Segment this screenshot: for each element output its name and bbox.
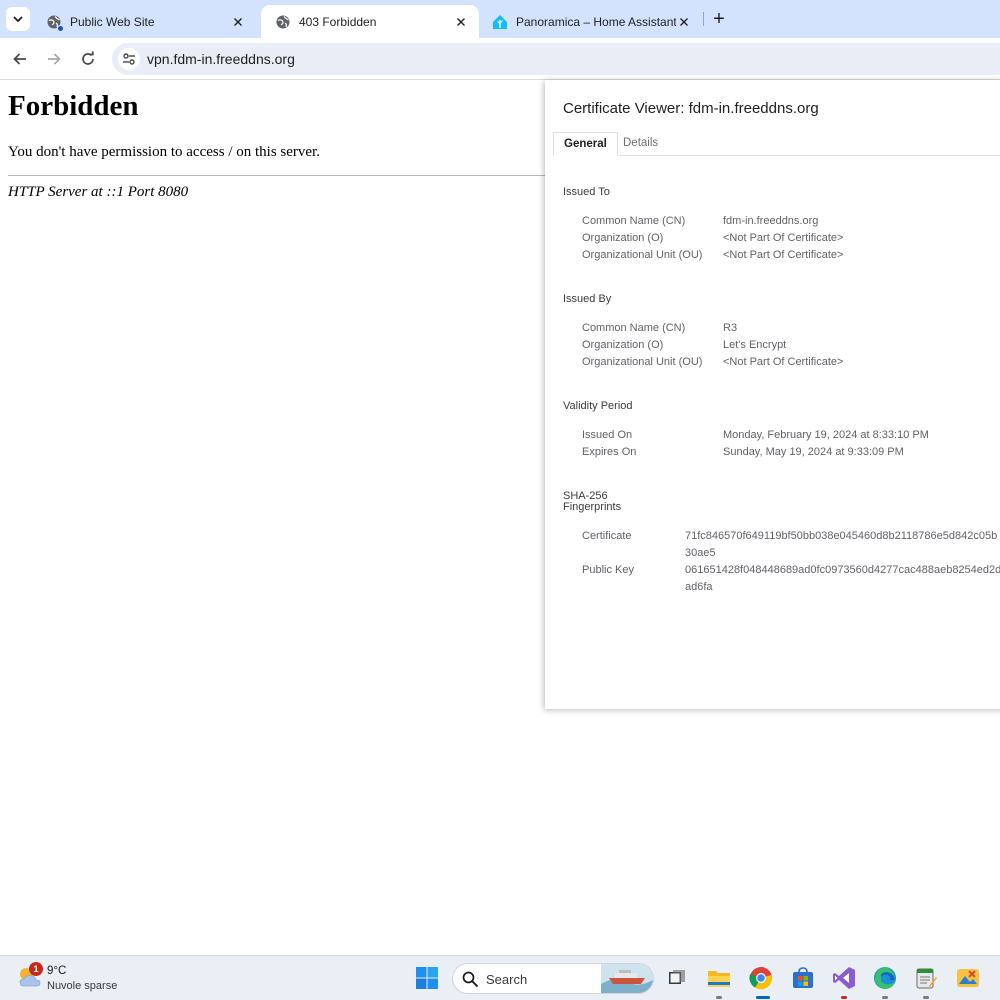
running-indicator [716, 996, 722, 999]
field-value: <Not Part Of Certificate> [723, 249, 844, 261]
new-tab-button[interactable]: + [708, 8, 730, 30]
close-icon[interactable] [676, 14, 692, 30]
certificate-viewer-dialog: Certificate Viewer: fdm-in.freeddns.org … [545, 80, 1000, 709]
running-indicator [882, 996, 888, 999]
tab-public-web-site[interactable]: Public Web Site [32, 5, 256, 38]
task-view-icon [669, 970, 685, 984]
fingerprint-value: 71fc846570f649119bf50bb038e045460d8b2118… [685, 530, 998, 542]
reload-button[interactable] [75, 46, 101, 72]
back-icon [13, 53, 26, 65]
plus-icon: + [713, 8, 725, 30]
section-fingerprints: Fingerprints [563, 501, 622, 513]
field-label: Expires On [582, 446, 637, 458]
close-icon[interactable] [453, 14, 469, 30]
forward-button[interactable] [41, 46, 67, 72]
weather-condition: Nuvole sparse [47, 980, 118, 992]
notepad-button[interactable] [913, 965, 939, 991]
tab-general[interactable]: General [553, 132, 618, 156]
page-heading: Forbidden [8, 90, 139, 122]
running-indicator [923, 996, 929, 999]
reload-icon [82, 51, 94, 65]
chrome-button[interactable] [748, 965, 774, 991]
field-value: <Not Part Of Certificate> [723, 356, 844, 368]
section-issued-to: Issued To [563, 186, 610, 198]
field-value: Sunday, May 19, 2024 at 9:33:09 PM [723, 446, 904, 458]
store-icon [793, 967, 813, 988]
field-value: fdm-in.freeddns.org [723, 215, 819, 227]
running-indicator [841, 996, 847, 999]
field-label: Common Name (CN) [582, 322, 686, 334]
forward-icon [48, 53, 61, 65]
server-signature: HTTP Server at ::1 Port 8080 [8, 184, 189, 200]
browser-toolbar: vpn.fdm-in.freeddns.org [0, 38, 1000, 80]
file-explorer-button[interactable] [706, 965, 732, 991]
tab-separator [703, 12, 704, 26]
tab-details[interactable]: Details [613, 132, 668, 156]
field-label: Issued On [582, 429, 633, 441]
back-button[interactable] [7, 46, 33, 72]
field-label: Public Key [582, 564, 634, 576]
globe-icon [275, 14, 291, 30]
edge-button[interactable] [872, 965, 898, 991]
store-button[interactable] [790, 965, 816, 991]
field-label: Common Name (CN) [582, 215, 686, 227]
photos-icon [957, 969, 979, 987]
globe-icon [46, 14, 64, 32]
weather-alert-badge: 1 [29, 962, 43, 976]
windows-start-icon[interactable] [415, 966, 439, 990]
task-view-button[interactable] [664, 965, 690, 991]
dialog-title: Certificate Viewer: fdm-in.freeddns.org [563, 100, 819, 117]
running-indicator [756, 996, 770, 999]
field-label: Organizational Unit (OU) [582, 356, 703, 368]
edge-icon [874, 967, 896, 989]
search-icon [462, 971, 478, 987]
tab-title: Public Web Site [70, 14, 155, 29]
home-assistant-icon [492, 14, 508, 30]
field-label: Organization (O) [582, 339, 664, 351]
field-value: Monday, February 19, 2024 at 8:33:10 PM [723, 429, 929, 441]
visual-studio-icon [833, 967, 855, 989]
file-explorer-icon [708, 971, 730, 987]
field-label: Organization (O) [582, 232, 664, 244]
section-issued-by: Issued By [563, 293, 612, 305]
field-label: Certificate [582, 530, 632, 542]
site-info-icon [123, 53, 135, 65]
tab-search-button[interactable] [6, 7, 30, 31]
field-value: <Not Part Of Certificate> [723, 232, 844, 244]
error-message: You don't have permission to access / on… [8, 144, 320, 160]
visual-studio-button[interactable] [831, 965, 857, 991]
url-text: vpn.fdm-in.freeddns.org [147, 51, 295, 67]
section-validity-period: Validity Period [563, 400, 633, 412]
tab-title: 403 Forbidden [299, 14, 377, 29]
certificate-tabs: General Details [553, 132, 1000, 156]
field-value: Let's Encrypt [723, 339, 787, 351]
taskbar-search[interactable]: Search [452, 963, 654, 994]
tab-strip: Public Web Site 403 Forbidden Panoramica… [0, 0, 1000, 38]
taskbar: 1 9°C Nuvole sparse Search [0, 955, 1000, 1000]
fingerprint-value: ad6fa [685, 581, 713, 593]
field-value: R3 [723, 322, 738, 334]
notepad-icon [916, 968, 937, 989]
photos-button[interactable] [955, 965, 981, 991]
tab-title: Panoramica – Home Assistant [516, 14, 676, 29]
search-highlight-image [601, 964, 653, 993]
chrome-icon [749, 967, 773, 990]
close-icon[interactable] [230, 14, 246, 30]
tab-home-assistant[interactable]: Panoramica – Home Assistant [478, 5, 702, 38]
tab-403-forbidden[interactable]: 403 Forbidden [261, 5, 479, 38]
site-info-button[interactable] [118, 48, 140, 70]
search-label: Search [486, 972, 528, 987]
fingerprint-value: 061651428f048448689ad0fc0973560d4277cac4… [685, 564, 1000, 576]
chevron-down-icon [13, 16, 23, 22]
fingerprint-value: 30ae5 [685, 547, 716, 559]
notification-dot [57, 24, 64, 32]
address-bar[interactable]: vpn.fdm-in.freeddns.org [112, 43, 1000, 75]
temperature: 9°C [47, 965, 67, 977]
field-label: Organizational Unit (OU) [582, 249, 703, 261]
